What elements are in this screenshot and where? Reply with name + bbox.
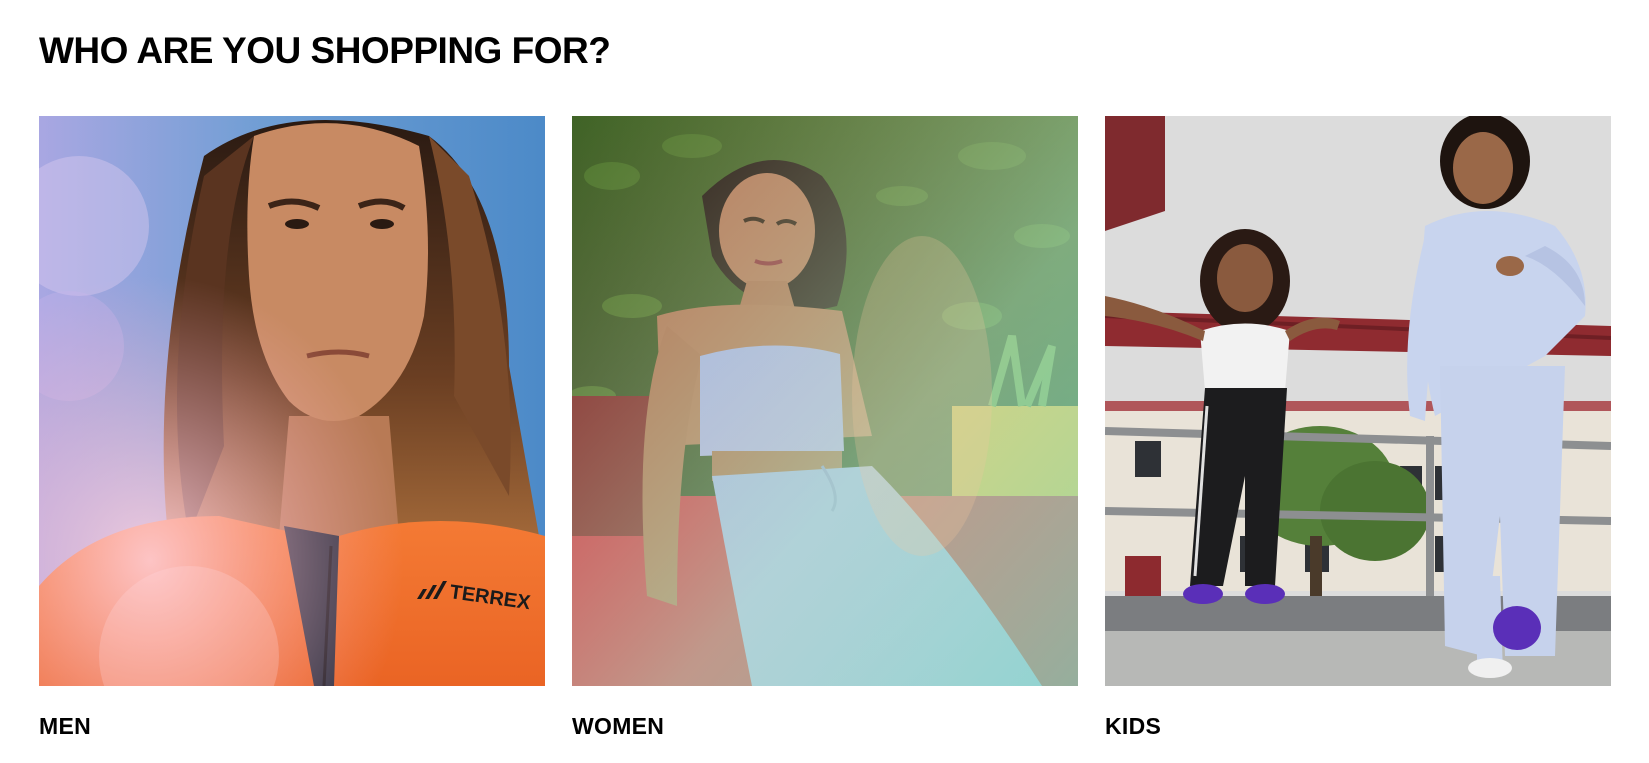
women-category-image[interactable] (572, 116, 1078, 686)
category-card-kids[interactable]: KIDS (1105, 116, 1611, 741)
category-label-kids[interactable]: KIDS (1105, 711, 1611, 741)
category-label-men[interactable]: MEN (39, 711, 545, 741)
shopping-category-grid: TERREX MEN WOMEN KIDS (39, 116, 1611, 741)
kids-photo (1105, 116, 1611, 686)
kids-category-image[interactable] (1105, 116, 1611, 686)
women-photo (572, 116, 1078, 686)
category-card-men[interactable]: TERREX MEN (39, 116, 545, 741)
men-category-image[interactable]: TERREX (39, 116, 545, 686)
category-label-women[interactable]: WOMEN (572, 711, 1078, 741)
section-heading: WHO ARE YOU SHOPPING FOR? (39, 30, 611, 71)
category-card-women[interactable]: WOMEN (572, 116, 1078, 741)
men-photo: TERREX (39, 116, 545, 686)
